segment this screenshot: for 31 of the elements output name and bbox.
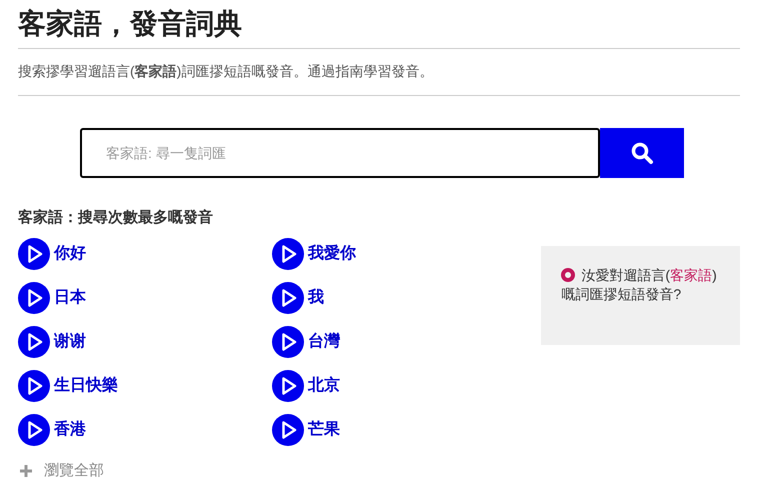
play-icon[interactable] xyxy=(272,238,304,270)
play-icon[interactable] xyxy=(18,238,50,270)
word-link[interactable]: 我 xyxy=(308,286,324,310)
ring-icon xyxy=(561,268,576,282)
info-text: 汝愛對遛語言(客家語)嘅詞匯摎短語發音? xyxy=(561,266,718,304)
word-link[interactable]: 我愛你 xyxy=(308,242,356,266)
plus-icon xyxy=(20,465,32,478)
language-link[interactable]: 客家語 xyxy=(670,267,712,283)
search-button[interactable] xyxy=(600,128,684,178)
search-icon xyxy=(630,141,654,165)
play-icon[interactable] xyxy=(18,414,50,446)
play-icon[interactable] xyxy=(272,414,304,446)
play-icon[interactable] xyxy=(18,326,50,358)
play-icon[interactable] xyxy=(272,282,304,314)
play-icon[interactable] xyxy=(18,282,50,314)
description: 搜索摎學習遛語言(客家語)詞匯摎短語嘅發音。通過指南學習發音。 xyxy=(18,62,434,81)
search-field[interactable]: 客家語: 尋一隻詞匯 xyxy=(80,128,600,178)
word-link[interactable]: 台灣 xyxy=(308,330,340,354)
browse-all-link[interactable]: 瀏覽全部 xyxy=(44,460,104,482)
word-link[interactable]: 生日快樂 xyxy=(54,374,118,398)
word-link[interactable]: 谢谢 xyxy=(54,330,86,354)
page-title: 客家語，發音詞典 xyxy=(18,7,242,41)
word-link[interactable]: 日本 xyxy=(54,286,86,310)
word-link[interactable]: 你好 xyxy=(54,242,86,266)
word-link[interactable]: 香港 xyxy=(54,418,86,442)
word-link[interactable]: 芒果 xyxy=(308,418,340,442)
play-icon[interactable] xyxy=(272,370,304,402)
section-heading: 客家語：搜尋次數最多嘅發音 xyxy=(18,208,213,228)
word-link[interactable]: 北京 xyxy=(308,374,340,398)
play-icon[interactable] xyxy=(18,370,50,402)
play-icon[interactable] xyxy=(272,326,304,358)
